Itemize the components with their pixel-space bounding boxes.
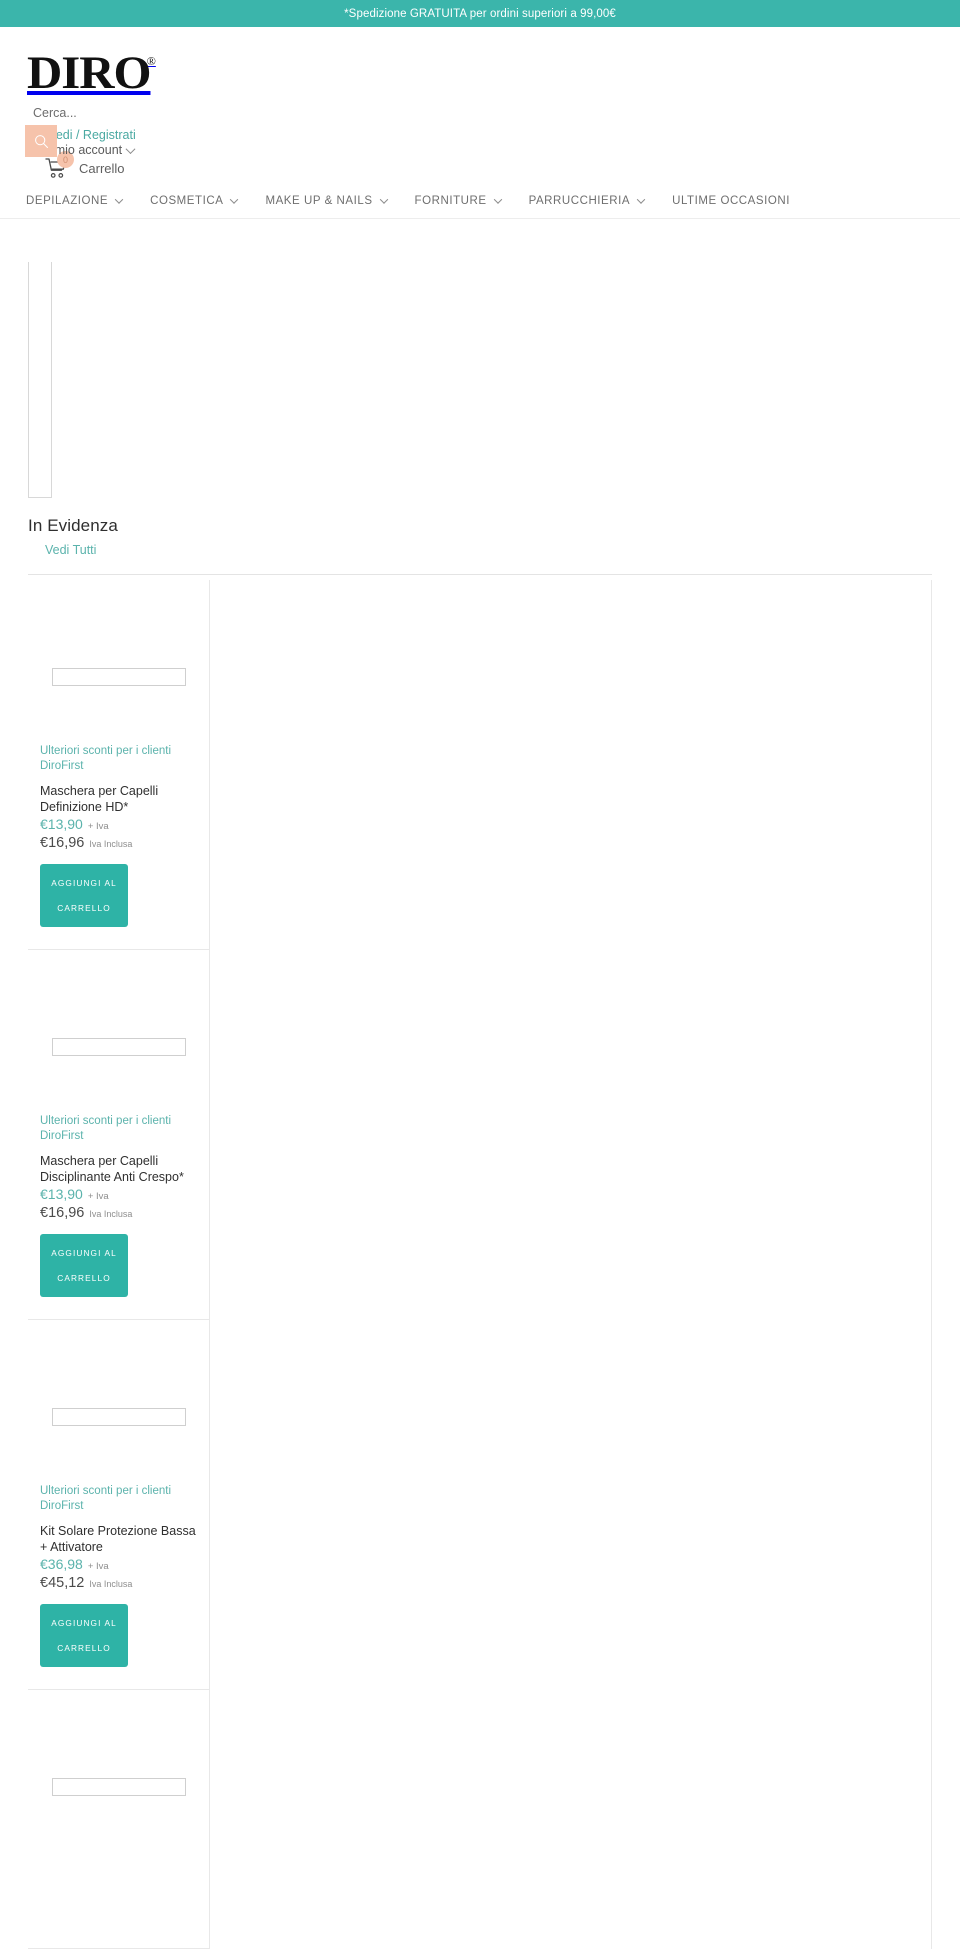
add-to-cart-button[interactable]: AGGIUNGI AL CARRELLO (40, 864, 128, 927)
product-image-placeholder (40, 1690, 198, 1802)
primary-navigation: DEPILAZIONE COSMETICA MAKE UP & NAILS FO… (0, 183, 960, 219)
product-card[interactable] (28, 1690, 210, 1949)
product-price-net-row: €13,90 + Iva (40, 816, 198, 832)
product-price-net-suffix: + Iva (87, 821, 109, 832)
product-price-net: €36,98 (40, 1556, 83, 1572)
broken-image-icon (52, 1778, 186, 1796)
chevron-down-icon (493, 194, 502, 204)
chevron-down-icon (379, 194, 388, 204)
product-price-net-row: €13,90 + Iva (40, 1186, 198, 1202)
search-input[interactable]: Cerca... (33, 106, 77, 120)
product-price-gross: €45,12 (40, 1575, 85, 1591)
add-to-cart-line1: AGGIUNGI AL (51, 1618, 117, 1629)
page-title: In Evidenza (28, 516, 118, 535)
nav-item-depilazione[interactable]: DEPILAZIONE (26, 194, 124, 207)
section-divider (28, 574, 932, 575)
product-price-net-suffix: + Iva (87, 1561, 109, 1572)
my-account-menu[interactable]: Il mio account (45, 143, 136, 157)
product-promo-label: Ulteriori sconti per i clienti DiroFirst (40, 745, 172, 772)
chevron-down-icon (114, 194, 124, 204)
nav-item-label: DEPILAZIONE (26, 194, 109, 207)
swatch-muted-teal (29, 450, 51, 497)
product-price-gross-suffix: Iva Inclusa (89, 1579, 133, 1589)
product-price-gross-row: €16,96 Iva Inclusa (40, 835, 198, 851)
site-header: DIRO ® Cerca... Accedi / Registrati Il m… (0, 27, 960, 178)
view-all-link[interactable]: Vedi Tutti (45, 543, 96, 557)
nav-item-ultime-occasioni[interactable]: ULTIME OCCASIONI (672, 195, 790, 207)
search-button[interactable] (25, 125, 57, 157)
add-to-cart-line2: CARRELLO (57, 1642, 111, 1653)
nav-item-cosmetica[interactable]: COSMETICA (150, 194, 239, 207)
product-price-gross: €16,96 (40, 1205, 85, 1221)
add-to-cart-line1: AGGIUNGI AL (51, 1248, 117, 1259)
product-price-gross-suffix: Iva Inclusa (89, 839, 133, 849)
add-to-cart-button[interactable]: AGGIUNGI AL CARRELLO (40, 1234, 128, 1297)
product-promo-label: Ulteriori sconti per i clienti DiroFirst (40, 1115, 172, 1142)
product-promo-label: Ulteriori sconti per i clienti DiroFirst (40, 1485, 172, 1512)
cart-button[interactable]: 0 Carrello (45, 151, 125, 179)
product-image-placeholder (40, 580, 198, 692)
product-card[interactable]: Ulteriori sconti per i clienti DiroFirst… (28, 1320, 210, 1690)
product-price-gross: €16,96 (40, 835, 85, 851)
swatch-teal (29, 262, 51, 309)
product-price-gross-suffix: Iva Inclusa (89, 1209, 133, 1219)
nav-item-label: ULTIME OCCASIONI (672, 194, 790, 207)
broken-image-icon (52, 1038, 186, 1056)
product-price-net: €13,90 (40, 816, 83, 832)
product-price-gross-row: €16,96 Iva Inclusa (40, 1205, 198, 1221)
nav-item-parrucchieria[interactable]: PARRUCCHIERIA (528, 194, 646, 207)
product-image-placeholder (40, 950, 198, 1062)
product-price-net-row: €36,98 + Iva (40, 1556, 198, 1572)
add-to-cart-button[interactable]: AGGIUNGI AL CARRELLO (40, 1604, 128, 1667)
product-promo-label (40, 1854, 198, 1884)
add-to-cart-line2: CARRELLO (57, 902, 111, 913)
nav-item-label: COSMETICA (150, 194, 224, 207)
site-logo[interactable]: DIRO ® (27, 47, 156, 99)
logo-text: DIRO (27, 47, 152, 99)
search-icon (34, 134, 49, 149)
announcement-bar: *Spedizione GRATUITA per ordini superior… (0, 0, 960, 27)
featured-section-header: In Evidenza Vedi Tutti (0, 516, 960, 575)
hero-color-swatch-strip (28, 262, 52, 498)
product-price-gross-row: €45,12 Iva Inclusa (40, 1575, 198, 1591)
add-to-cart-line1: AGGIUNGI AL (51, 878, 117, 889)
swatch-sage (29, 356, 51, 403)
add-to-cart-line2: CARRELLO (57, 1272, 111, 1283)
nav-item-label: FORNITURE (414, 194, 487, 207)
product-image-placeholder (40, 1320, 198, 1432)
swatch-tan (29, 309, 51, 356)
shopping-cart-icon: 0 (45, 151, 74, 179)
product-title[interactable] (40, 1893, 198, 1926)
product-card[interactable]: Ulteriori sconti per i clienti DiroFirst… (28, 580, 210, 950)
product-title[interactable]: Maschera per Capelli Disciplinante Anti … (40, 1153, 198, 1186)
nav-item-label: PARRUCCHIERIA (528, 194, 631, 207)
hero-banner (0, 240, 960, 498)
product-grid-column: Ulteriori sconti per i clienti DiroFirst… (28, 580, 210, 1949)
product-price-net: €13,90 (40, 1186, 83, 1202)
chevron-down-icon (125, 143, 136, 154)
product-price-net-suffix: + Iva (87, 1191, 109, 1202)
product-grid: Ulteriori sconti per i clienti DiroFirst… (28, 580, 932, 1949)
broken-image-icon (52, 668, 186, 686)
product-title[interactable]: Kit Solare Protezione Bassa + Attivatore (40, 1523, 198, 1556)
product-title[interactable]: Maschera per Capelli Definizione HD* (40, 783, 198, 816)
nav-item-make-up-nails[interactable]: MAKE UP & NAILS (265, 194, 388, 207)
nav-item-label: MAKE UP & NAILS (265, 194, 373, 207)
nav-item-forniture[interactable]: FORNITURE (414, 194, 502, 207)
swatch-rose (29, 403, 51, 450)
cart-label: Carrello (79, 160, 125, 176)
broken-image-icon (52, 1408, 186, 1426)
product-card[interactable]: Ulteriori sconti per i clienti DiroFirst… (28, 950, 210, 1320)
chevron-down-icon (636, 194, 646, 204)
chevron-down-icon (230, 194, 239, 204)
announcement-text: *Spedizione GRATUITA per ordini superior… (344, 7, 616, 20)
